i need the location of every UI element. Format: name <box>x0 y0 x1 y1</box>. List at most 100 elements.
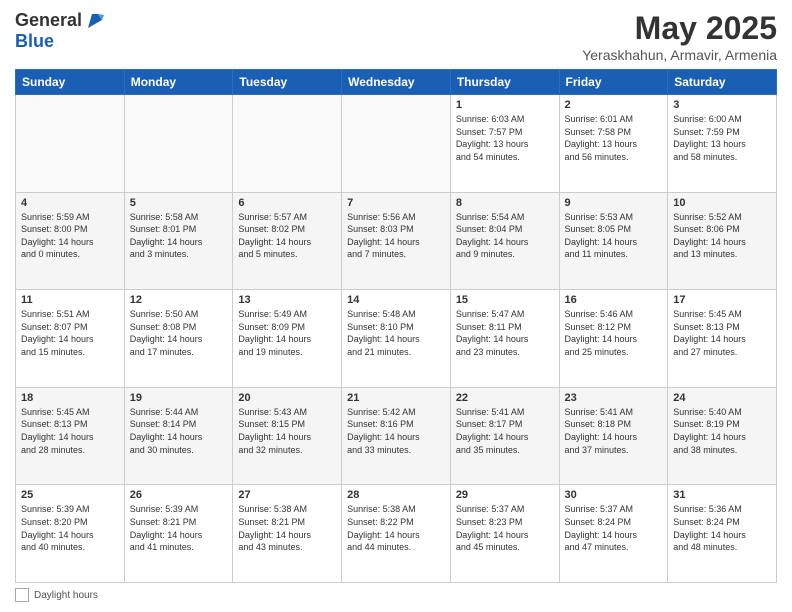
day-number: 25 <box>21 489 119 501</box>
day-number: 29 <box>456 489 554 501</box>
day-header: Wednesday <box>342 70 451 95</box>
calendar-cell: 27 Sunrise: 5:38 AM Sunset: 8:21 PM Dayli… <box>233 485 342 583</box>
day-number: 21 <box>347 392 445 404</box>
calendar-cell: 6 Sunrise: 5:57 AM Sunset: 8:02 PM Daylig… <box>233 192 342 290</box>
day-info: Sunrise: 5:42 AM Sunset: 8:16 PM Dayligh… <box>347 406 445 456</box>
calendar-cell: 16Sunrise: 5:46 AM Sunset: 8:12 PM Dayli… <box>559 290 668 388</box>
day-info: Sunrise: 5:38 AM Sunset: 8:21 PM Dayligh… <box>238 503 336 553</box>
day-info: Sunrise: 5:44 AM Sunset: 8:14 PM Dayligh… <box>130 406 228 456</box>
day-number: 17 <box>673 294 771 306</box>
day-info: Sunrise: 5:37 AM Sunset: 8:24 PM Dayligh… <box>565 503 663 553</box>
day-number: 8 <box>456 197 554 209</box>
day-number: 5 <box>130 197 228 209</box>
day-info: Sunrise: 5:43 AM Sunset: 8:15 PM Dayligh… <box>238 406 336 456</box>
day-info: Sunrise: 5:41 AM Sunset: 8:17 PM Dayligh… <box>456 406 554 456</box>
day-number: 27 <box>238 489 336 501</box>
day-header: Sunday <box>16 70 125 95</box>
day-number: 13 <box>238 294 336 306</box>
day-number: 23 <box>565 392 663 404</box>
calendar-cell: 12 Sunrise: 5:50 AM Sunset: 8:08 PM Dayli… <box>124 290 233 388</box>
calendar-cell <box>16 95 125 193</box>
day-info: Sunrise: 5:37 AM Sunset: 8:23 PM Dayligh… <box>456 503 554 553</box>
footer: Daylight hours <box>15 588 777 602</box>
day-number: 10 <box>673 197 771 209</box>
day-info: Sunrise: 5:50 AM Sunset: 8:08 PM Dayligh… <box>130 308 228 358</box>
calendar-cell: 18 Sunrise: 5:45 AM Sunset: 8:13 PM Dayli… <box>16 387 125 485</box>
day-number: 20 <box>238 392 336 404</box>
location-title: Yeraskhahun, Armavir, Armenia <box>582 47 777 63</box>
day-info: Sunrise: 5:47 AM Sunset: 8:11 PM Dayligh… <box>456 308 554 358</box>
calendar-cell: 1Sunrise: 6:03 AM Sunset: 7:57 PM Daylig… <box>450 95 559 193</box>
calendar-cell: 3Sunrise: 6:00 AM Sunset: 7:59 PM Daylig… <box>668 95 777 193</box>
day-number: 7 <box>347 197 445 209</box>
calendar-cell: 25 Sunrise: 5:39 AM Sunset: 8:20 PM Dayli… <box>16 485 125 583</box>
calendar-cell: 13 Sunrise: 5:49 AM Sunset: 8:09 PM Dayli… <box>233 290 342 388</box>
calendar-cell: 9 Sunrise: 5:53 AM Sunset: 8:05 PM Daylig… <box>559 192 668 290</box>
day-info: Sunrise: 5:59 AM Sunset: 8:00 PM Dayligh… <box>21 211 119 261</box>
calendar-cell: 11 Sunrise: 5:51 AM Sunset: 8:07 PM Dayli… <box>16 290 125 388</box>
day-info: Sunrise: 5:45 AM Sunset: 8:13 PM Dayligh… <box>21 406 119 456</box>
calendar-cell: 23 Sunrise: 5:41 AM Sunset: 8:18 PM Dayli… <box>559 387 668 485</box>
calendar-cell: 10 Sunrise: 5:52 AM Sunset: 8:06 PM Dayli… <box>668 192 777 290</box>
day-number: 12 <box>130 294 228 306</box>
logo: General Blue <box>15 10 106 52</box>
calendar-cell: 28Sunrise: 5:38 AM Sunset: 8:22 PM Dayli… <box>342 485 451 583</box>
day-number: 28 <box>347 489 445 501</box>
day-info: Sunrise: 5:49 AM Sunset: 8:09 PM Dayligh… <box>238 308 336 358</box>
day-number: 15 <box>456 294 554 306</box>
day-info: Sunrise: 5:36 AM Sunset: 8:24 PM Dayligh… <box>673 503 771 553</box>
day-info: Sunrise: 5:41 AM Sunset: 8:18 PM Dayligh… <box>565 406 663 456</box>
day-header: Monday <box>124 70 233 95</box>
day-info: Sunrise: 5:52 AM Sunset: 8:06 PM Dayligh… <box>673 211 771 261</box>
day-info: Sunrise: 5:57 AM Sunset: 8:02 PM Dayligh… <box>238 211 336 261</box>
calendar-cell <box>233 95 342 193</box>
day-number: 18 <box>21 392 119 404</box>
calendar-cell: 17 Sunrise: 5:45 AM Sunset: 8:13 PM Dayli… <box>668 290 777 388</box>
day-number: 24 <box>673 392 771 404</box>
day-number: 6 <box>238 197 336 209</box>
calendar: SundayMondayTuesdayWednesdayThursdayFrid… <box>15 69 777 583</box>
day-info: Sunrise: 5:45 AM Sunset: 8:13 PM Dayligh… <box>673 308 771 358</box>
logo-icon <box>84 10 106 32</box>
calendar-cell: 26Sunrise: 5:39 AM Sunset: 8:21 PM Dayli… <box>124 485 233 583</box>
logo-blue: Blue <box>15 32 106 52</box>
day-info: Sunrise: 5:39 AM Sunset: 8:20 PM Dayligh… <box>21 503 119 553</box>
day-info: Sunrise: 6:01 AM Sunset: 7:58 PM Dayligh… <box>565 113 663 163</box>
calendar-cell: 21 Sunrise: 5:42 AM Sunset: 8:16 PM Dayli… <box>342 387 451 485</box>
day-number: 19 <box>130 392 228 404</box>
day-number: 31 <box>673 489 771 501</box>
day-number: 26 <box>130 489 228 501</box>
day-info: Sunrise: 5:53 AM Sunset: 8:05 PM Dayligh… <box>565 211 663 261</box>
day-info: Sunrise: 5:58 AM Sunset: 8:01 PM Dayligh… <box>130 211 228 261</box>
page: General Blue May 2025 Yeraskhahun, Armav… <box>0 0 792 612</box>
calendar-cell: 15 Sunrise: 5:47 AM Sunset: 8:11 PM Dayli… <box>450 290 559 388</box>
day-number: 4 <box>21 197 119 209</box>
calendar-cell: 4 Sunrise: 5:59 AM Sunset: 8:00 PM Daylig… <box>16 192 125 290</box>
calendar-cell <box>342 95 451 193</box>
day-info: Sunrise: 5:51 AM Sunset: 8:07 PM Dayligh… <box>21 308 119 358</box>
calendar-cell: 2Sunrise: 6:01 AM Sunset: 7:58 PM Daylig… <box>559 95 668 193</box>
day-info: Sunrise: 5:48 AM Sunset: 8:10 PM Dayligh… <box>347 308 445 358</box>
day-number: 14 <box>347 294 445 306</box>
day-header: Friday <box>559 70 668 95</box>
day-number: 11 <box>21 294 119 306</box>
title-block: May 2025 Yeraskhahun, Armavir, Armenia <box>582 10 777 63</box>
calendar-cell: 24 Sunrise: 5:40 AM Sunset: 8:19 PM Dayli… <box>668 387 777 485</box>
calendar-cell: 29 Sunrise: 5:37 AM Sunset: 8:23 PM Dayli… <box>450 485 559 583</box>
header: General Blue May 2025 Yeraskhahun, Armav… <box>15 10 777 63</box>
day-info: Sunrise: 5:54 AM Sunset: 8:04 PM Dayligh… <box>456 211 554 261</box>
calendar-cell: 19 Sunrise: 5:44 AM Sunset: 8:14 PM Dayli… <box>124 387 233 485</box>
calendar-cell: 8 Sunrise: 5:54 AM Sunset: 8:04 PM Daylig… <box>450 192 559 290</box>
day-number: 22 <box>456 392 554 404</box>
footer-label: Daylight hours <box>34 590 98 601</box>
day-number: 16 <box>565 294 663 306</box>
calendar-cell: 31 Sunrise: 5:36 AM Sunset: 8:24 PM Dayli… <box>668 485 777 583</box>
calendar-cell: 22 Sunrise: 5:41 AM Sunset: 8:17 PM Dayli… <box>450 387 559 485</box>
day-info: Sunrise: 6:00 AM Sunset: 7:59 PM Dayligh… <box>673 113 771 163</box>
day-info: Sunrise: 6:03 AM Sunset: 7:57 PM Dayligh… <box>456 113 554 163</box>
day-header: Tuesday <box>233 70 342 95</box>
calendar-cell <box>124 95 233 193</box>
day-info: Sunrise: 5:40 AM Sunset: 8:19 PM Dayligh… <box>673 406 771 456</box>
calendar-cell: 14 Sunrise: 5:48 AM Sunset: 8:10 PM Dayli… <box>342 290 451 388</box>
day-number: 9 <box>565 197 663 209</box>
